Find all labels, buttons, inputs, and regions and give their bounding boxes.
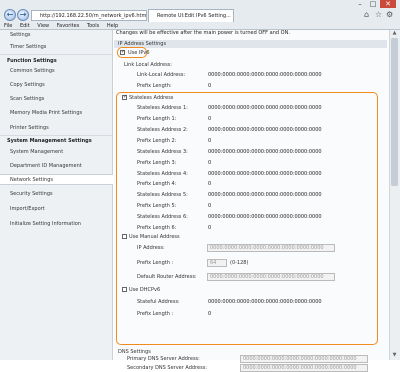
prefix-length-1-value: 0 — [208, 116, 212, 122]
default-router-label: Default Router Address: — [137, 274, 197, 280]
prefix-length-4-label: Prefix Length 4: — [137, 181, 177, 187]
stateless-address-5-value: 0000:0000:0000:0000:0000:0000:0000:0000 — [208, 192, 322, 198]
stateless-address-4-value: 0000:0000:0000:0000:0000:0000:0000:0000 — [208, 171, 322, 177]
menu-bar: File Edit View Favorites Tools Help — [0, 22, 400, 30]
secondary-dns-input[interactable]: 0000:0000:0000:0000:0000:0000:0000:0000 — [240, 364, 368, 372]
stateless-address-2-label: Stateless Address 2: — [137, 127, 188, 133]
sidebar-item-copy-settings[interactable]: Copy Settings — [10, 80, 112, 91]
stateless-address-1-label: Stateless Address 1: — [137, 105, 188, 111]
gear-icon[interactable]: ⚙ — [386, 10, 393, 19]
maximize-button[interactable]: □ — [367, 0, 379, 8]
scroll-down-arrow-icon[interactable]: ▼ — [389, 352, 400, 360]
scroll-up-arrow-icon[interactable]: ▲ — [389, 30, 400, 38]
dhcp-prefix-label: Prefix Length : — [137, 311, 174, 317]
sidebar-item-memory-media-print[interactable]: Memory Media Print Settings — [10, 108, 112, 119]
prefix-length-5-label: Prefix Length 5: — [137, 203, 177, 209]
sidebar-item-timer-settings[interactable]: Timer Settings — [10, 42, 112, 53]
manual-prefix-input[interactable]: 64 — [207, 259, 227, 267]
prefix-length-2-label: Prefix Length 2: — [137, 138, 177, 144]
secondary-dns-label: Secondary DNS Server Address: — [127, 365, 208, 371]
sidebar-divider — [0, 135, 112, 136]
stateful-address-label: Stateful Address: — [137, 299, 180, 305]
restart-notice: Changes will be effective after the main… — [116, 30, 290, 36]
manual-prefix-hint: (0-128) — [230, 260, 249, 266]
menu-edit[interactable]: Edit — [20, 23, 30, 29]
sidebar-item-printer-settings[interactable]: Printer Settings — [10, 123, 112, 134]
use-ipv6-checkbox[interactable]: ✓ — [120, 50, 125, 55]
sidebar-item-security-settings[interactable]: Security Settings — [10, 189, 112, 200]
primary-dns-input[interactable]: 0000:0000:0000:0000:0000:0000:0000:0000 — [240, 355, 368, 363]
menu-file[interactable]: File — [4, 23, 12, 29]
link-local-header: Link Local Address: — [124, 62, 172, 68]
link-prefix-label: Prefix Length: — [137, 83, 172, 89]
stateless-address-1-value: 0000:0000:0000:0000:0000:0000:0000:0000 — [208, 105, 322, 111]
stateless-address-3-label: Stateless Address 3: — [137, 149, 188, 155]
stateless-address-4-label: Stateless Address 4: — [137, 171, 188, 177]
menu-help[interactable]: Help — [107, 23, 118, 29]
stateless-address-checkbox[interactable]: ✓ — [122, 95, 127, 100]
prefix-length-5-value: 0 — [208, 203, 212, 209]
use-ipv6-label: Use IPv6 — [128, 50, 150, 56]
stateless-address-3-value: 0000:0000:0000:0000:0000:0000:0000:0000 — [208, 149, 322, 155]
primary-dns-label: Primary DNS Server Address: — [127, 356, 200, 362]
sidebar-item-settings[interactable]: Settings — [10, 30, 112, 41]
prefix-length-3-label: Prefix Length 3: — [137, 160, 177, 166]
sidebar-header-function: Function Settings — [7, 58, 57, 64]
manual-ip-label: IP Address: — [137, 245, 165, 251]
sidebar-item-network-settings[interactable]: Network Settings — [0, 174, 113, 185]
sidebar-item-system-management[interactable]: System Management — [10, 147, 112, 158]
close-window-button[interactable]: ✕ — [380, 0, 396, 8]
link-local-label: Link-Local Address: — [137, 72, 186, 78]
use-manual-address-checkbox[interactable] — [122, 234, 127, 239]
stateless-address-2-value: 0000:0000:0000:0000:0000:0000:0000:0000 — [208, 127, 322, 133]
ip-address-settings-header: IP Address Settings — [114, 40, 387, 48]
stateless-address-6-value: 0000:0000:0000:0000:0000:0000:0000:0000 — [208, 214, 322, 220]
sidebar-item-common-settings[interactable]: Common Settings — [10, 66, 112, 77]
prefix-length-6-value: 0 — [208, 225, 212, 231]
prefix-length-4-value: 0 — [208, 181, 212, 187]
use-dhcpv6-checkbox[interactable] — [122, 287, 127, 292]
link-prefix-value: 0 — [208, 83, 212, 89]
link-local-value: 0000:0000:0000:0000:0000:0000:0000:0000 — [208, 72, 322, 78]
sidebar-item-department-id[interactable]: Department ID Management — [10, 161, 112, 172]
manual-ip-input[interactable]: 0000:0000:0000:0000:0000:0000:0000:0000 — [207, 244, 335, 252]
sidebar: Settings Timer Settings Function Setting… — [0, 30, 113, 360]
forward-icon[interactable]: → — [17, 9, 29, 21]
sidebar-header-system: System Management Settings — [7, 138, 92, 144]
stateless-address-5-label: Stateless Address 5: — [137, 192, 188, 198]
sidebar-divider — [0, 54, 112, 55]
prefix-length-6-label: Prefix Length 6: — [137, 225, 177, 231]
address-bar[interactable]: http://192.168.22.50/rn_network_ipv6.htm… — [31, 10, 147, 21]
stateful-address-value: 0000:0000:0000:0000:0000:0000:0000:0000 — [208, 299, 322, 305]
sidebar-item-scan-settings[interactable]: Scan Settings — [10, 94, 112, 105]
favorites-star-icon[interactable]: ☆ — [375, 10, 382, 19]
sidebar-item-import-export[interactable]: Import/Export — [10, 204, 112, 215]
menu-favorites[interactable]: Favorites — [57, 23, 80, 29]
use-dhcpv6-label: Use DHCPv6 — [129, 287, 161, 293]
prefix-length-1-label: Prefix Length 1: — [137, 116, 177, 122]
use-manual-address-label: Use Manual Address — [129, 234, 180, 240]
manual-prefix-label: Prefix Length : — [137, 260, 174, 266]
back-icon[interactable]: ← — [4, 9, 16, 21]
prefix-length-2-value: 0 — [208, 138, 212, 144]
browser-tab[interactable]: Remote UI:Edit IPv6 Setting... — [148, 9, 234, 22]
dhcp-prefix-value: 0 — [208, 311, 212, 317]
default-router-input[interactable]: 0000:0000:0000:0000:0000:0000:0000:0000 — [207, 273, 335, 281]
minimize-button[interactable]: – — [354, 0, 366, 8]
home-icon[interactable]: ⌂ — [364, 10, 369, 19]
menu-tools[interactable]: Tools — [87, 23, 99, 29]
sidebar-item-initialize-settings[interactable]: Initialize Setting Information — [10, 219, 112, 230]
scrollbar-thumb[interactable] — [391, 38, 398, 186]
stateless-address-6-label: Stateless Address 6: — [137, 214, 188, 220]
stateless-address-label: Stateless Address — [129, 95, 174, 101]
prefix-length-3-value: 0 — [208, 160, 212, 166]
menu-view[interactable]: View — [37, 23, 49, 29]
